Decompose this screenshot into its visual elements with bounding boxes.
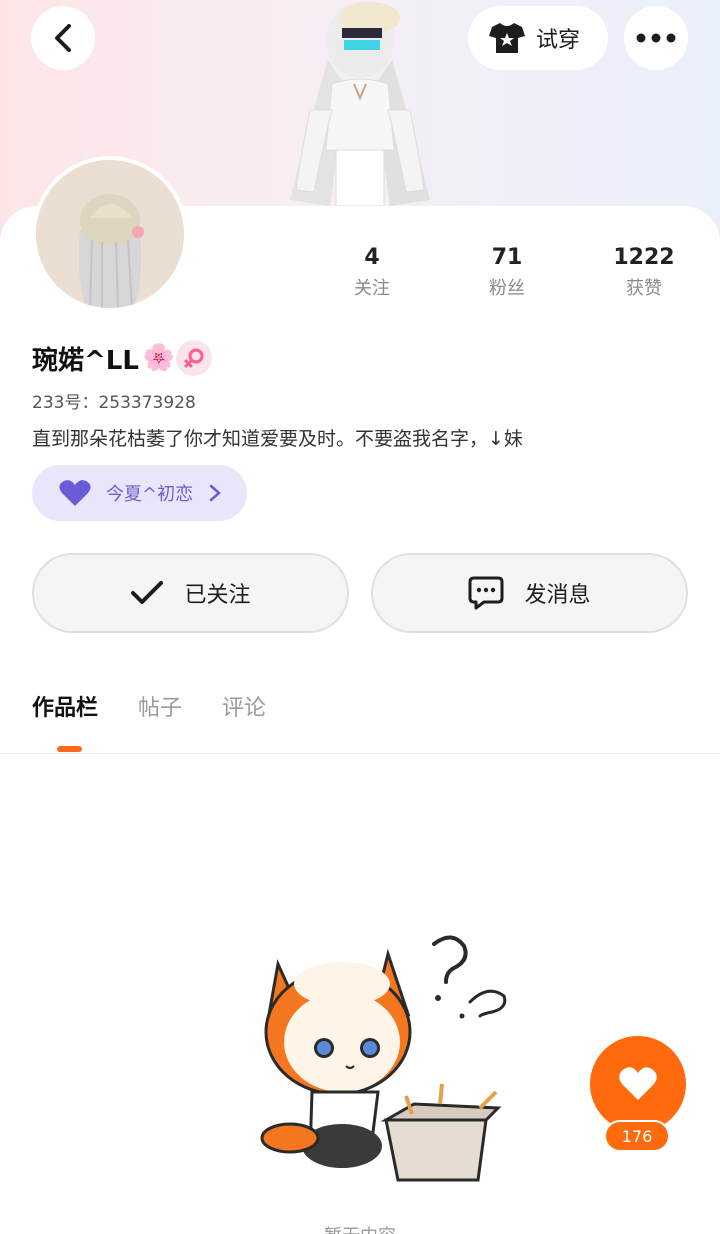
empty-state-text: 暂无内容 [0,1222,720,1234]
user-id: 233号：253373928 [32,393,196,413]
send-message-label: 发消息 [524,583,591,608]
stat-likes[interactable]: 1222 获赞 [589,244,699,300]
cp-relation-label: 今夏^初恋 [106,484,194,505]
stat-fans-value: 71 [491,245,523,270]
try-on-label: 试穿 [536,28,581,53]
followed-button[interactable]: 已关注 [32,553,349,633]
stat-likes-value: 1222 [613,245,675,270]
stat-following[interactable]: 4 关注 [317,244,427,300]
gender-badge [176,340,212,376]
stat-following-label: 关注 [354,278,390,299]
send-message-button[interactable]: 发消息 [371,553,688,633]
avatar-image [36,160,184,308]
more-button[interactable] [624,6,688,70]
stat-fans[interactable]: 71 粉丝 [452,244,562,300]
tab-posts[interactable]: 帖子 [138,690,182,722]
empty-state-illustration [260,935,507,1182]
profile-tabs: 作品栏 帖子 评论 [32,690,266,722]
back-icon [55,24,71,52]
try-on-button[interactable]: 试穿 [468,6,608,70]
stat-likes-label: 获赞 [626,278,662,299]
stat-fans-label: 粉丝 [489,278,525,299]
profile-name-text: 琬婼^LL [32,345,139,376]
female-icon [184,348,204,368]
chat-bubble-icon [468,576,504,610]
like-heart-icon [619,1067,657,1100]
user-bio: 直到那朵花枯萎了你才知道爱要及时。不要盗我名字，↓妹 [32,428,523,450]
like-count: 176 [604,1120,670,1152]
active-tab-indicator [57,746,82,752]
followed-label: 已关注 [184,583,251,608]
tshirt-star-icon [489,23,525,53]
check-icon [131,581,164,604]
avatar-3d-figure [290,2,430,206]
cp-relation-pill[interactable]: 今夏^初恋 [32,465,247,521]
avatar[interactable] [32,156,188,312]
heart-icon [59,480,91,506]
tab-works[interactable]: 作品栏 [32,690,98,722]
more-icon [636,33,676,43]
profile-name-emoji: 🌸 [142,343,176,373]
like-button[interactable] [590,1036,686,1132]
chevron-right-icon [209,484,221,502]
profile-name: 琬婼^LL 🌸 [32,338,175,378]
stat-following-value: 4 [364,245,380,270]
tab-comments[interactable]: 评论 [222,690,266,722]
back-button[interactable] [31,6,95,70]
tabs-divider [0,753,720,754]
